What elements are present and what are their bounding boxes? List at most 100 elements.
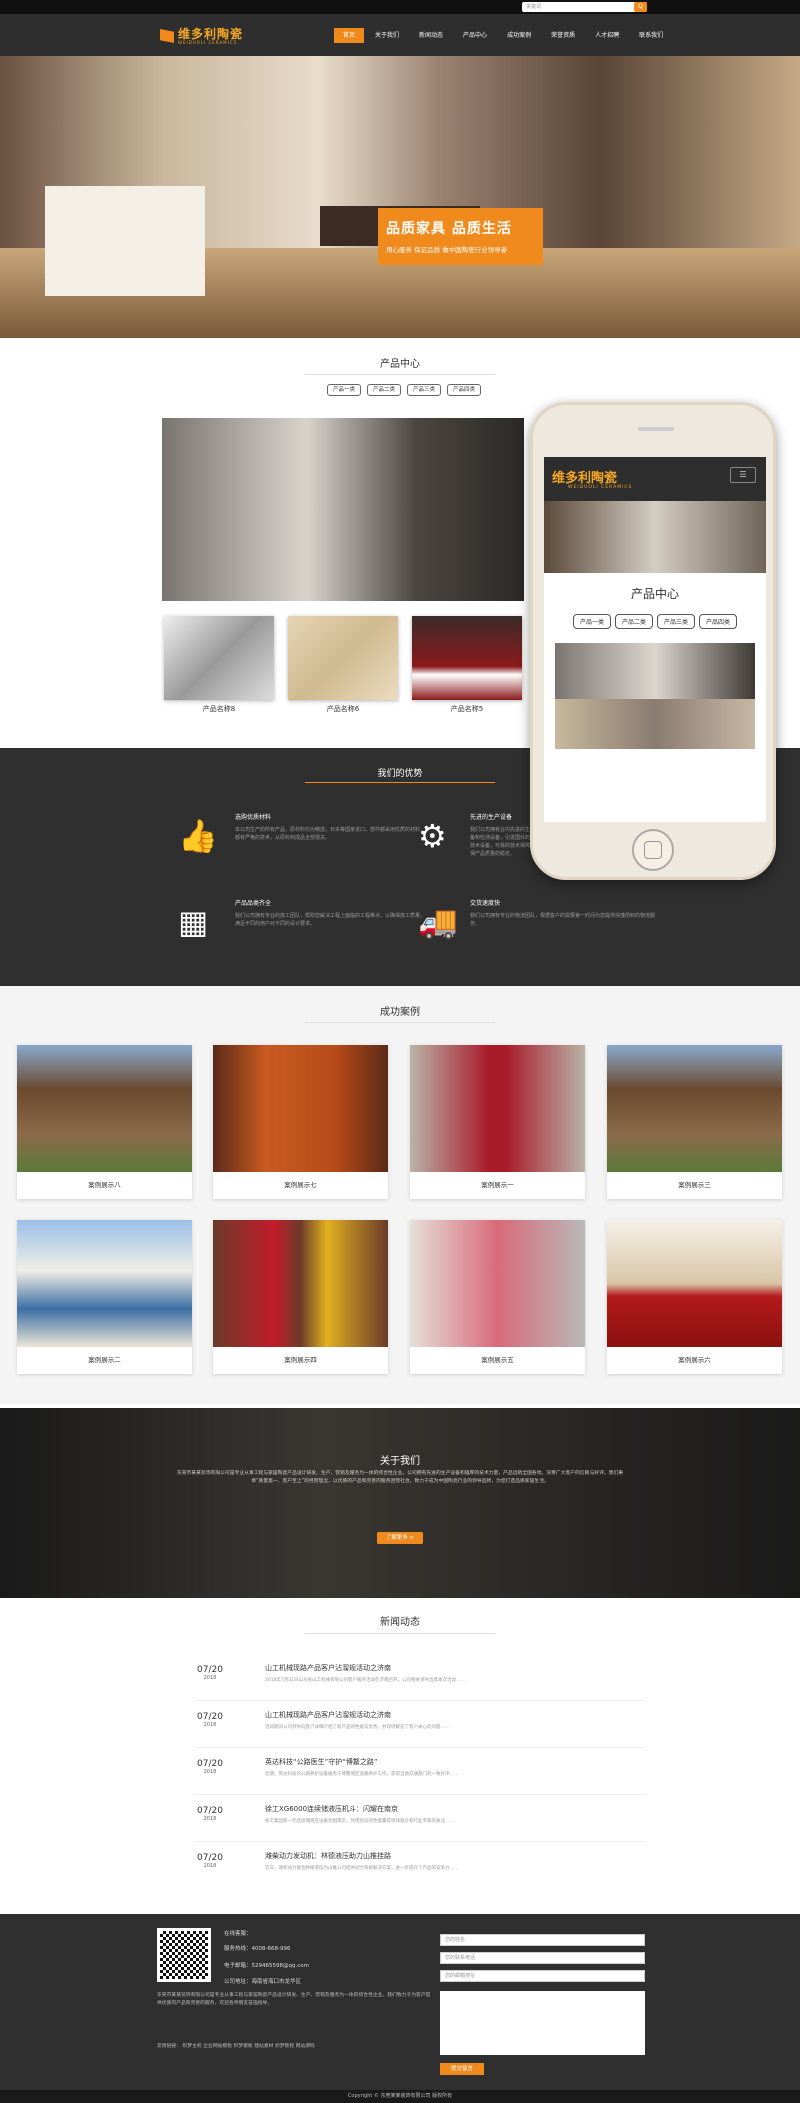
- about-text: 东莞市某某装饰有限公司是专业从事工程与家居陶瓷产品设计研发、生产、营销及服务为一…: [176, 1471, 624, 1484]
- nav-honors[interactable]: 荣誉资质: [542, 28, 584, 43]
- case-label: 案例展示七: [284, 1181, 317, 1189]
- news-headline[interactable]: 徐工XG6000连续储液压机斗：闪耀在南京: [265, 1804, 398, 1814]
- phone-section-title: 产品中心: [630, 587, 679, 601]
- news-item-5[interactable]: 07/20 2018 潍柴动力发动机：林德液压助力山推挂路近日，潍柴动力联合林德液压…: [195, 1843, 645, 1890]
- about-title: 关于我们: [380, 1456, 420, 1467]
- products-title: 产品中心: [380, 359, 420, 370]
- product-main-image[interactable]: [162, 418, 524, 601]
- phone-tab-2[interactable]: 产品二类: [614, 614, 653, 629]
- product-thumb-2[interactable]: [288, 616, 398, 700]
- news-headline[interactable]: 山工机械现路产品客户沾溜规活动之济南: [265, 1663, 391, 1673]
- news-summary: 2018年7月31日山东省山工机械有限公司客户服务活动在济南召开，公司相关领导出…: [265, 1678, 466, 1683]
- product-tab-1[interactable]: 产品一类: [327, 384, 362, 396]
- cases-title: 成功案例: [380, 1007, 420, 1018]
- product-label-2[interactable]: 产品名称6: [288, 704, 398, 714]
- case-image: [607, 1045, 782, 1172]
- phone-home-icon: [644, 841, 662, 859]
- product-tab-3[interactable]: 产品三类: [407, 384, 442, 396]
- news-summary: 近日，潍柴动力联合林德液压为山推公司提供动力系统解决方案，进一步提升了产品的竞争…: [265, 1866, 459, 1871]
- nav-news[interactable]: 新闻动态: [410, 28, 452, 43]
- nav-cases[interactable]: 成功案例: [498, 28, 540, 43]
- case-image: [213, 1045, 388, 1172]
- nav-home[interactable]: 首页: [334, 28, 365, 43]
- hero-caption: 品质家具 品质生活 用心服务 保证品质 做中国陶瓷行业领导者: [378, 208, 543, 265]
- case-card-7[interactable]: 案例展示五: [410, 1220, 585, 1374]
- news-day: 07/20: [197, 1759, 223, 1769]
- advantages-divider: [305, 782, 495, 783]
- footer-friend-links[interactable]: 友情链接： 织梦主机 企业网站模板 织梦模板 建站素材 织梦教程 网站源码: [157, 2042, 315, 2049]
- learn-more-button[interactable]: 了解更多 >: [377, 1532, 423, 1544]
- news-year: 2018: [203, 1863, 217, 1869]
- news-divider: [305, 1633, 495, 1634]
- news-day: 07/20: [197, 1712, 223, 1722]
- news-date: 07/20 2018: [195, 1665, 225, 1681]
- nav-about[interactable]: 关于我们: [366, 28, 408, 43]
- news-year: 2018: [203, 1722, 217, 1728]
- phone-navbar: 维多利陶瓷 WEIDUOLI CERAMICS ☰: [544, 457, 766, 501]
- phone-tab-3[interactable]: 产品三类: [657, 614, 696, 629]
- phone-hero: [544, 501, 766, 573]
- case-image: [213, 1220, 388, 1347]
- news-summary: 徐工集团新一代连续储液压设备亮相南京，凭借优异的性能赢得现场观众和行业专家的关注…: [265, 1819, 454, 1824]
- product-tabs: 产品一类 产品二类 产品三类 产品四类: [327, 384, 487, 396]
- products-divider: [305, 374, 495, 375]
- advantage-heading: 选购优质材料: [235, 814, 272, 821]
- about-section: [0, 1408, 800, 1598]
- search-button[interactable]: Q: [634, 2, 647, 12]
- product-tab-2[interactable]: 产品二类: [367, 384, 402, 396]
- news-day: 07/20: [197, 1853, 223, 1863]
- gear-icon: ⚙: [418, 817, 447, 855]
- case-card-6[interactable]: 案例展示四: [213, 1220, 388, 1374]
- news-headline[interactable]: 山工机械现路产品客户沾溜规活动之济南: [265, 1710, 391, 1720]
- nav-products[interactable]: 产品中心: [454, 28, 496, 43]
- menu-icon[interactable]: ☰: [730, 467, 756, 483]
- news-headline[interactable]: 英达科技“公路医生”守护“博鳌之路”: [265, 1757, 378, 1767]
- case-card-8[interactable]: 案例展示六: [607, 1220, 782, 1374]
- advantage-desc: 本公司生产的所有产品，原材料均为精选，日本等国家进口，部件都采用优质的材料，都有…: [235, 827, 426, 841]
- product-tab-4[interactable]: 产品四类: [447, 384, 482, 396]
- case-label: 案例展示一: [481, 1181, 514, 1189]
- case-image: [607, 1220, 782, 1347]
- news-date: 07/20 2018: [195, 1759, 225, 1775]
- product-thumb-3[interactable]: [412, 616, 522, 700]
- phone-screen: 维多利陶瓷 WEIDUOLI CERAMICS ☰ 产品中心 产品一类 产品二类…: [544, 457, 766, 822]
- email-input[interactable]: 您的邮箱地址: [440, 1970, 645, 1982]
- case-image: [17, 1045, 192, 1172]
- phone-logo: 维多利陶瓷: [552, 471, 618, 486]
- case-card-1[interactable]: 案例展示八: [17, 1045, 192, 1199]
- phone-tab-1[interactable]: 产品一类: [572, 614, 611, 629]
- news-separator: [195, 1700, 645, 1701]
- case-label: 案例展示五: [481, 1356, 514, 1364]
- case-label: 案例展示二: [88, 1356, 121, 1364]
- news-date: 07/20 2018: [195, 1853, 225, 1869]
- product-thumb-1[interactable]: [164, 616, 274, 700]
- case-card-2[interactable]: 案例展示七: [213, 1045, 388, 1199]
- phone-logo-sub: WEIDUOLI CERAMICS: [568, 485, 633, 490]
- case-card-5[interactable]: 案例展示二: [17, 1220, 192, 1374]
- thumbs-up-icon: 👍: [178, 817, 218, 855]
- advantage-heading: 产品品类齐全: [235, 900, 272, 907]
- news-item-4[interactable]: 07/20 2018 徐工XG6000连续储液压机斗：闪耀在南京 徐工集团新一代连续储…: [195, 1796, 645, 1843]
- news-headline[interactable]: 潍柴动力发动机：林德液压助力山推挂路: [265, 1851, 391, 1861]
- news-item-1[interactable]: 07/20 2018 山工机械现路产品客户沾溜规活动之济南 2018年7月31日山东省…: [195, 1655, 645, 1702]
- phone-input[interactable]: 您的联系电话: [440, 1952, 645, 1964]
- phone-product-image: [555, 643, 755, 699]
- case-card-4[interactable]: 案例展示三: [607, 1045, 782, 1199]
- footer-company-text: 东莞市某某装饰有限公司是专业从事工程与家居陶瓷产品设计研发、生产、营销及服务为一…: [157, 1993, 431, 2006]
- nav-jobs[interactable]: 人才招聘: [586, 28, 628, 43]
- search-input[interactable]: 关键词: [522, 2, 647, 12]
- product-label-1[interactable]: 产品名称8: [164, 704, 274, 714]
- footer-email[interactable]: 电子邮箱：529465598@qq.com: [224, 1961, 309, 1969]
- name-input[interactable]: 您的姓名: [440, 1934, 645, 1946]
- phone-tab-4[interactable]: 产品四类: [699, 614, 738, 629]
- product-label-3[interactable]: 产品名称5: [412, 704, 522, 714]
- site-logo[interactable]: 维多利陶瓷 WEIDUOLI CERAMICS: [160, 24, 243, 48]
- nav-contact[interactable]: 联系我们: [630, 28, 672, 43]
- submit-button[interactable]: 提交留言: [440, 2063, 484, 2075]
- message-textarea[interactable]: [440, 1991, 645, 2055]
- news-item-3[interactable]: 07/20 2018 英达科技“公路医生”守护“博鳌之路” 近期，英达科技的公路养护设…: [195, 1749, 645, 1796]
- case-image: [410, 1220, 585, 1347]
- footer-phone: 服务热线：4008-668-996: [224, 1946, 291, 1952]
- news-item-2[interactable]: 07/20 2018 山工机械现路产品客户沾溜规活动之济南 活动期间公司领导向客户详细…: [195, 1702, 645, 1749]
- case-card-3[interactable]: 案例展示一: [410, 1045, 585, 1199]
